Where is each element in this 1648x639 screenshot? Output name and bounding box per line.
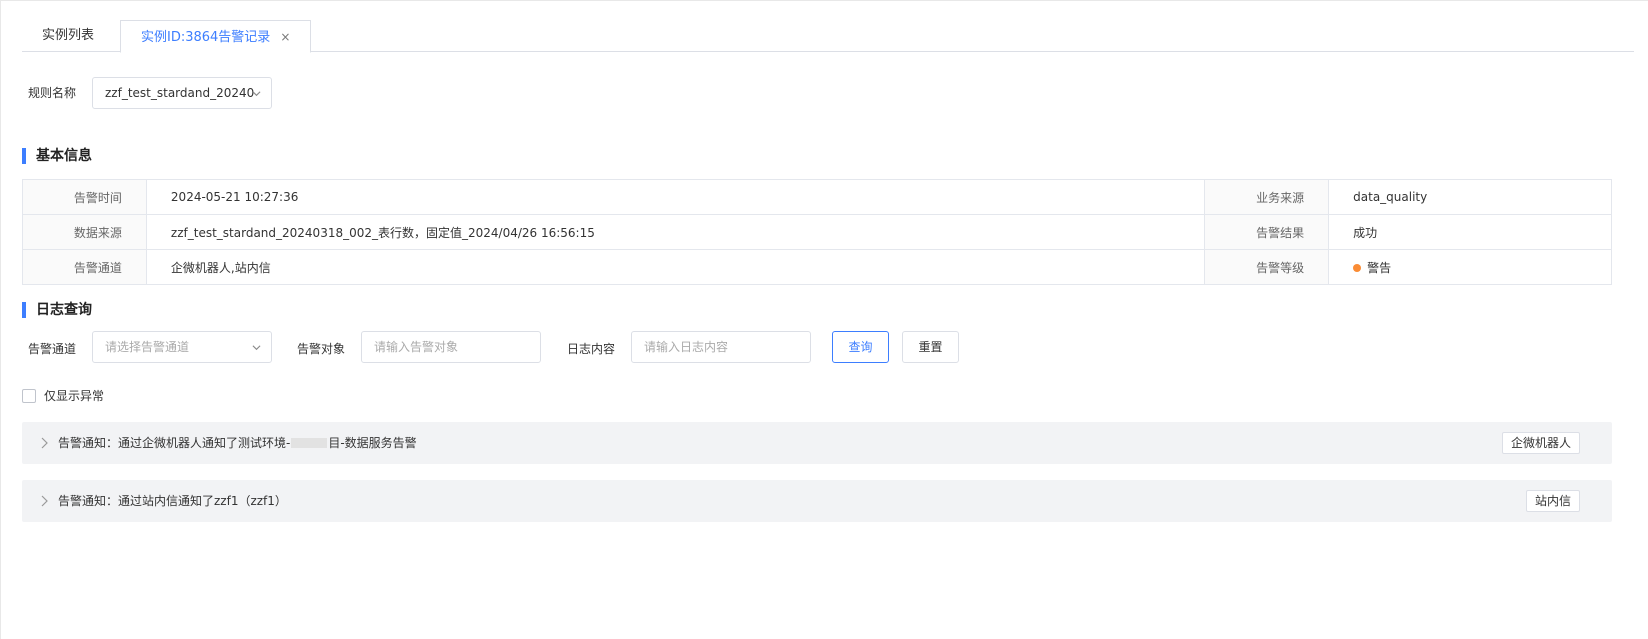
log-text-part: 告警通知：通过企微机器人通知了测试环境- [58, 436, 291, 450]
rule-name-select[interactable]: zzf_test_stardand_20240 [92, 77, 272, 109]
alert-time-label: 告警时间 [22, 179, 147, 215]
content-filter-label: 日志内容 [567, 342, 616, 356]
business-source-value: data_quality [1328, 179, 1612, 215]
redacted-block [291, 438, 328, 448]
close-icon[interactable]: × [280, 30, 290, 44]
business-source-label: 业务来源 [1204, 179, 1330, 215]
reset-button[interactable]: 重置 [902, 331, 959, 363]
chevron-right-icon[interactable] [39, 437, 49, 449]
tab-label: 实例列表 [42, 28, 95, 43]
alert-result-label: 告警结果 [1204, 214, 1330, 250]
section-title-text: 基本信息 [36, 148, 92, 164]
log-item[interactable]: 告警通知：通过站内信通知了zzf1（zzf1） 站内信 [22, 480, 1612, 522]
chevron-right-icon[interactable] [39, 495, 49, 507]
table-row: 告警通道 企微机器人,站内信 告警等级 警告 [22, 249, 1612, 285]
log-text-part: 目-数据服务告警 [328, 436, 417, 450]
data-source-value: zzf_test_stardand_20240318_002_表行数，固定值_2… [145, 214, 1206, 250]
alert-level-value: 警告 [1367, 260, 1392, 275]
log-text: 告警通知：通过站内信通知了zzf1（zzf1） [58, 494, 287, 508]
chevron-down-icon [252, 345, 261, 351]
target-filter-input[interactable] [361, 331, 541, 363]
query-button[interactable]: 查询 [832, 331, 889, 363]
level-dot-icon [1353, 263, 1362, 272]
top-border [0, 0, 1648, 1]
channel-tag: 站内信 [1525, 490, 1580, 512]
target-filter-label: 告警对象 [297, 342, 346, 356]
channel-filter-label: 告警通道 [28, 342, 77, 356]
alert-channel-value: 企微机器人,站内信 [145, 249, 1206, 285]
alert-level-cell: 警告 [1328, 249, 1612, 285]
log-text: 告警通知：通过企微机器人通知了测试环境- 目-数据服务告警 [58, 422, 417, 464]
only-abnormal-label: 仅显示异常 [44, 389, 105, 403]
alert-channel-label: 告警通道 [22, 249, 147, 285]
channel-filter-select[interactable]: 请选择告警通道 [92, 331, 272, 363]
rule-name-value: zzf_test_stardand_20240 [105, 86, 255, 100]
log-item[interactable]: 告警通知：通过企微机器人通知了测试环境- 目-数据服务告警 企微机器人 [22, 422, 1612, 464]
section-title-text: 日志查询 [36, 302, 92, 318]
section-title-basic-info: 基本信息 [22, 148, 92, 164]
data-source-label: 数据来源 [22, 214, 147, 250]
tab-bar: 实例列表 实例ID:3864告警记录 × [22, 20, 1634, 53]
section-accent-bar [22, 302, 26, 318]
section-accent-bar [22, 148, 26, 164]
tab-label: 实例ID:3864告警记录 [141, 30, 271, 45]
channel-tag: 企微机器人 [1501, 432, 1580, 454]
tab-alert-records[interactable]: 实例ID:3864告警记录 × [120, 20, 312, 53]
basic-info-table: 告警时间 2024-05-21 10:27:36 业务来源 data_quali… [22, 179, 1612, 285]
checkbox-square[interactable] [22, 389, 36, 403]
table-row: 告警时间 2024-05-21 10:27:36 业务来源 data_quali… [22, 179, 1612, 215]
section-title-log-query: 日志查询 [22, 302, 92, 318]
content-filter-input[interactable] [631, 331, 811, 363]
alert-level-label: 告警等级 [1204, 249, 1330, 285]
tab-instance-list[interactable]: 实例列表 [22, 20, 114, 53]
chevron-down-icon [252, 91, 261, 97]
rule-name-label: 规则名称 [28, 86, 77, 100]
table-row: 数据来源 zzf_test_stardand_20240318_002_表行数，… [22, 214, 1612, 250]
left-border [0, 0, 1, 639]
alert-time-value: 2024-05-21 10:27:36 [145, 179, 1206, 215]
alert-result-value: 成功 [1328, 214, 1612, 250]
channel-filter-placeholder: 请选择告警通道 [105, 340, 190, 354]
